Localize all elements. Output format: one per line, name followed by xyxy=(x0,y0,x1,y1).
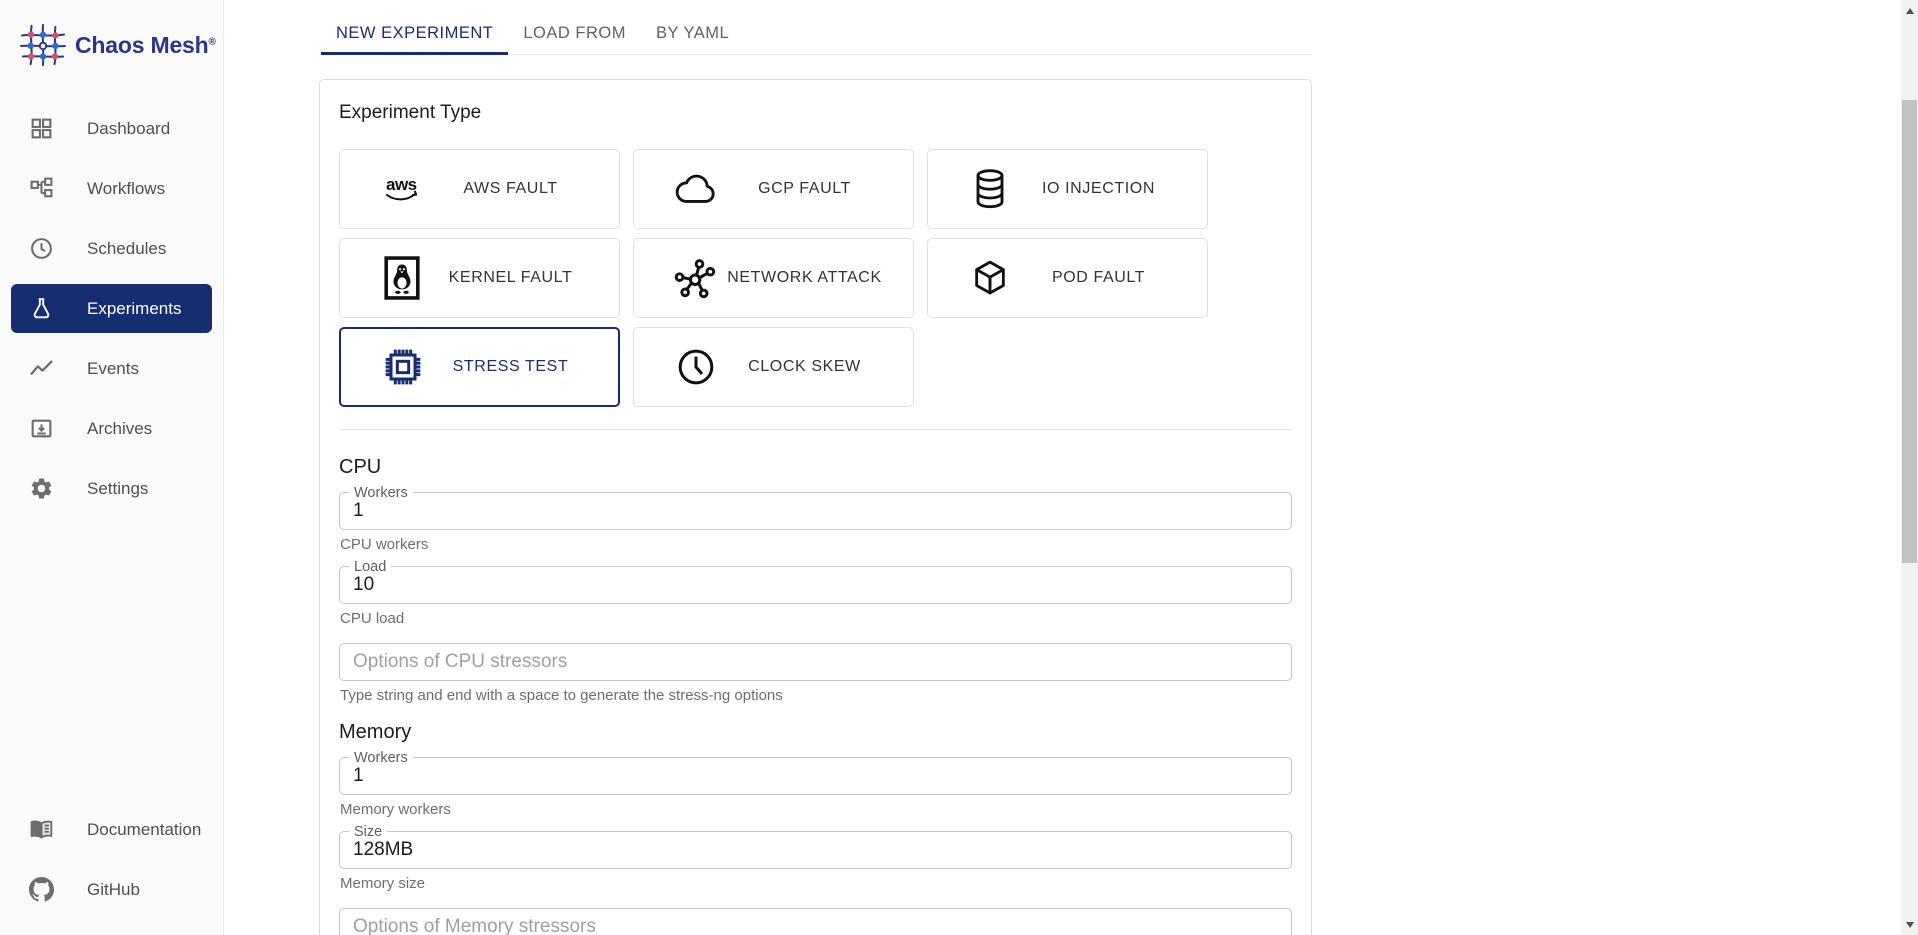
sidebar-item-label: Schedules xyxy=(87,239,166,259)
type-button-label: STRESS TEST xyxy=(427,358,594,376)
experiment-type-heading: Experiment Type xyxy=(339,102,1292,124)
section-divider xyxy=(339,429,1292,430)
type-button-label: IO INJECTION xyxy=(1014,180,1183,198)
sidebar-item-github[interactable]: GitHub xyxy=(11,865,212,914)
workflows-icon xyxy=(28,176,54,202)
archive-icon xyxy=(28,416,54,442)
type-button-pod-fault[interactable]: POD FAULT xyxy=(927,238,1208,318)
vertical-scrollbar[interactable] xyxy=(1901,0,1918,935)
book-icon xyxy=(28,817,54,843)
type-button-label: GCP FAULT xyxy=(720,180,889,198)
cpu-options-field: Type string and end with a space to gene… xyxy=(339,643,1292,704)
brand-name: Chaos Mesh® xyxy=(75,32,216,59)
type-button-label: POD FAULT xyxy=(1014,269,1183,287)
cpu-options-helper: Type string and end with a space to gene… xyxy=(340,687,1292,704)
memory-options-input[interactable] xyxy=(353,916,1278,935)
type-button-network-attack[interactable]: NETWORK ATTACK xyxy=(633,238,914,318)
cpu-workers-helper: CPU workers xyxy=(340,536,1292,553)
scroll-up-arrow-icon[interactable] xyxy=(1901,2,1918,19)
sidebar-item-settings[interactable]: Settings xyxy=(11,464,212,513)
sidebar-item-label: Settings xyxy=(87,479,148,499)
line-chart-icon xyxy=(28,356,54,382)
cpu-section-title: CPU xyxy=(339,456,1292,479)
cpu-load-helper: CPU load xyxy=(340,610,1292,627)
scrollbar-thumb[interactable] xyxy=(1902,100,1917,563)
type-button-clock-skew[interactable]: CLOCK SKEW xyxy=(633,327,914,407)
chip-icon xyxy=(379,347,427,387)
sidebar-item-workflows[interactable]: Workflows xyxy=(11,164,212,213)
cpu-options-input[interactable] xyxy=(353,651,1278,673)
sidebar-item-events[interactable]: Events xyxy=(11,344,212,393)
sidebar-item-dashboard[interactable]: Dashboard xyxy=(11,104,212,153)
database-icon xyxy=(966,168,1014,210)
cpu-workers-field: Workers CPU workers xyxy=(339,492,1292,553)
scroll-down-arrow-icon[interactable] xyxy=(1901,916,1918,933)
sidebar-item-archives[interactable]: Archives xyxy=(11,404,212,453)
sidebar-item-label: Experiments xyxy=(87,299,181,319)
memory-workers-input[interactable] xyxy=(353,765,1278,787)
clock-skew-icon xyxy=(672,347,720,387)
flask-icon xyxy=(28,296,54,322)
memory-options-field xyxy=(339,908,1292,935)
app-window: Chaos Mesh® Dashboard xyxy=(0,0,1918,935)
memory-size-label: Size xyxy=(349,824,387,840)
tab-bar: NEW EXPERIMENT LOAD FROM BY YAML xyxy=(321,12,1312,55)
cpu-workers-label: Workers xyxy=(349,485,413,501)
cloud-icon xyxy=(672,173,720,205)
type-button-kernel-fault[interactable]: KERNEL FAULT xyxy=(339,238,620,318)
sidebar-item-label: Dashboard xyxy=(87,119,170,139)
type-button-label: CLOCK SKEW xyxy=(720,358,889,376)
memory-workers-label: Workers xyxy=(349,750,413,766)
dashboard-icon xyxy=(28,116,54,142)
memory-size-input[interactable] xyxy=(353,839,1278,861)
main-content: NEW EXPERIMENT LOAD FROM BY YAML Experim… xyxy=(224,0,1918,935)
network-icon xyxy=(672,257,720,299)
aws-icon: aws xyxy=(378,172,426,206)
tab-new-experiment[interactable]: NEW EXPERIMENT xyxy=(321,12,508,54)
linux-icon xyxy=(378,256,426,300)
sidebar-item-label: Workflows xyxy=(87,179,165,199)
github-icon xyxy=(28,877,54,903)
cpu-load-input[interactable] xyxy=(353,574,1278,596)
type-button-label: KERNEL FAULT xyxy=(426,269,595,287)
cube-icon xyxy=(966,257,1014,299)
sidebar: Chaos Mesh® Dashboard xyxy=(0,0,224,935)
memory-workers-helper: Memory workers xyxy=(340,801,1292,818)
type-button-label: AWS FAULT xyxy=(426,180,595,198)
new-experiment-card: Experiment Type aws AWS FAULT xyxy=(319,79,1312,935)
tab-load-from[interactable]: LOAD FROM xyxy=(508,12,641,54)
registered-mark: ® xyxy=(208,36,215,47)
sidebar-item-schedules[interactable]: Schedules xyxy=(11,224,212,273)
svg-text:aws: aws xyxy=(386,175,417,194)
sidebar-item-documentation[interactable]: Documentation xyxy=(11,805,212,854)
sidebar-item-label: Events xyxy=(87,359,139,379)
sidebar-item-label: Archives xyxy=(87,419,152,439)
experiment-type-grid: aws AWS FAULT GCP FAULT xyxy=(339,149,1292,407)
sidebar-nav: Dashboard Workflows xyxy=(0,104,223,513)
memory-size-field: Size Memory size xyxy=(339,831,1292,892)
memory-section-title: Memory xyxy=(339,721,1292,744)
memory-size-helper: Memory size xyxy=(340,875,1292,892)
type-button-aws-fault[interactable]: aws AWS FAULT xyxy=(339,149,620,229)
gear-icon xyxy=(28,476,54,502)
memory-workers-field: Workers Memory workers xyxy=(339,757,1292,818)
sidebar-item-experiments[interactable]: Experiments xyxy=(11,284,212,333)
sidebar-item-label: Documentation xyxy=(87,820,201,840)
sidebar-item-label: GitHub xyxy=(87,880,140,900)
cpu-load-field: Load CPU load xyxy=(339,566,1292,627)
clock-icon xyxy=(28,236,54,262)
chaos-mesh-logo[interactable]: Chaos Mesh® xyxy=(0,0,223,66)
type-button-gcp-fault[interactable]: GCP FAULT xyxy=(633,149,914,229)
mesh-logo-icon xyxy=(20,24,66,66)
tab-by-yaml[interactable]: BY YAML xyxy=(641,12,744,54)
type-button-label: NETWORK ATTACK xyxy=(720,269,889,287)
sidebar-footer: Documentation GitHub xyxy=(11,805,212,914)
cpu-load-label: Load xyxy=(349,559,391,575)
type-button-io-injection[interactable]: IO INJECTION xyxy=(927,149,1208,229)
cpu-workers-input[interactable] xyxy=(353,500,1278,522)
type-button-stress-test[interactable]: STRESS TEST xyxy=(339,327,620,407)
